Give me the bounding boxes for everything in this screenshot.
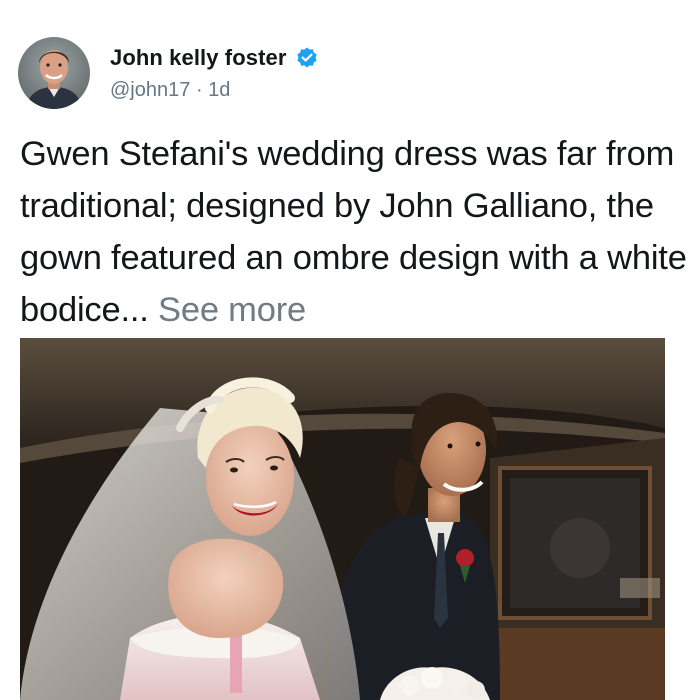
separator-dot: · (195, 78, 203, 101)
post-text: Gwen Stefani's wedding dress was far fro… (20, 128, 688, 336)
post-header: John kelly foster @john17 · 1d (18, 36, 319, 110)
author-name-row: John kelly foster (110, 45, 319, 71)
avatar[interactable] (18, 37, 90, 109)
post-card: John kelly foster @john17 · 1d Gwen Stef… (0, 0, 700, 700)
author-sub-row: @john17 · 1d (110, 79, 319, 102)
post-text-content: Gwen Stefani's wedding dress was far fro… (20, 135, 687, 329)
wedding-photo (20, 338, 665, 700)
author-meta: John kelly foster @john17 · 1d (110, 45, 319, 102)
user-avatar-icon (18, 37, 90, 109)
see-more-link[interactable]: See more (158, 291, 306, 329)
verified-badge-icon (296, 47, 317, 67)
author-handle[interactable]: @john17 (110, 79, 190, 101)
post-timestamp[interactable]: 1d (208, 79, 230, 101)
post-media[interactable] (20, 338, 665, 700)
author-display-name[interactable]: John kelly foster (110, 45, 287, 71)
